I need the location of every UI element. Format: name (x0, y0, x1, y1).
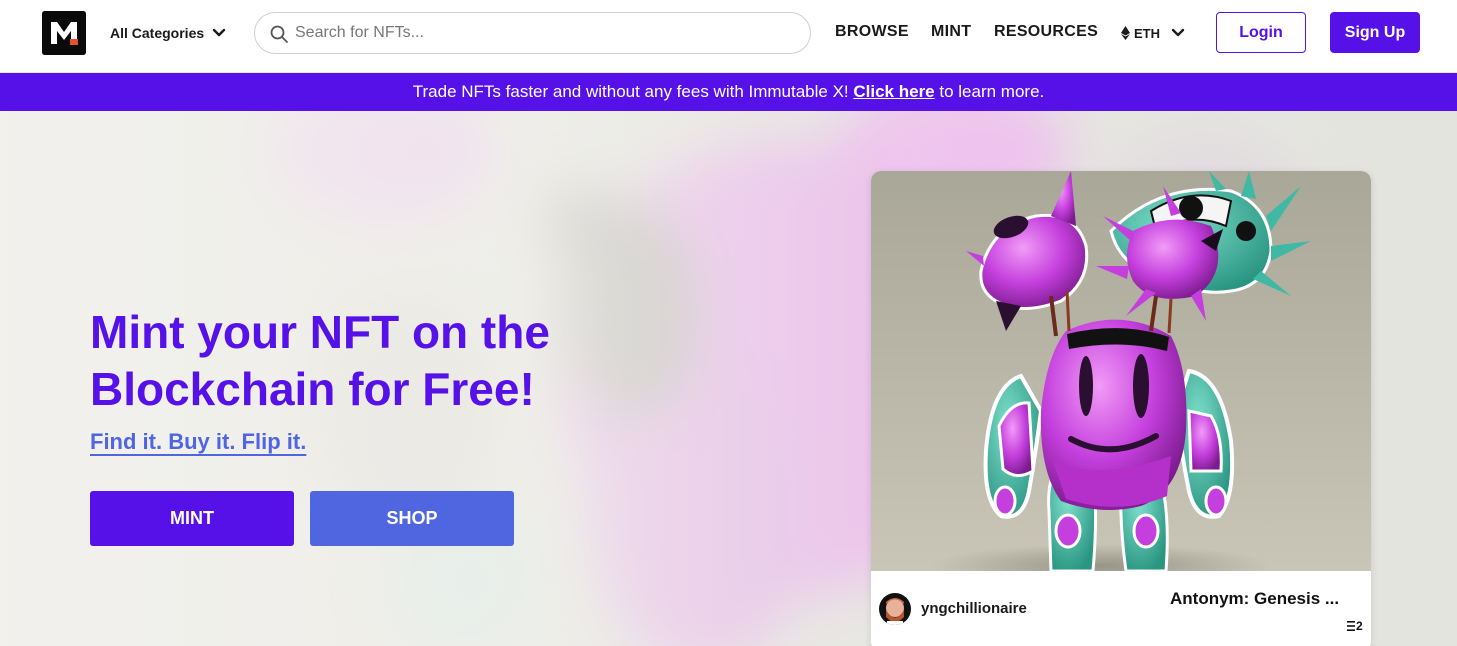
nft-artwork-image (871, 171, 1371, 571)
featured-nft-card[interactable]: yngchillionaire Antonym: Genesis ... 2 (871, 171, 1371, 646)
site-logo[interactable] (42, 11, 86, 55)
login-button[interactable]: Login (1216, 12, 1306, 53)
category-dropdown[interactable]: All Categories (110, 22, 226, 44)
signup-button[interactable]: Sign Up (1330, 12, 1420, 53)
chevron-down-icon (1171, 28, 1185, 37)
nav-resources-link[interactable]: RESOURCES (994, 23, 1098, 41)
search-bar (254, 12, 811, 54)
logo-mark-icon (42, 11, 86, 55)
currency-dropdown[interactable]: ETH (1121, 22, 1186, 44)
nav-browse-link[interactable]: BROWSE (835, 23, 909, 41)
nav-mint-link[interactable]: MINT (931, 23, 971, 41)
hero-tagline-link[interactable]: Find it. Buy it. Flip it. (90, 429, 306, 455)
hero-title: Mint your NFT on the Blockchain for Free… (90, 306, 550, 415)
top-navbar: All Categories BROWSE MINT RESOURCES ETH… (0, 0, 1457, 73)
nft-price-value: 2 (1356, 619, 1363, 633)
promo-banner-text-end: to learn more. (934, 82, 1045, 101)
search-icon (270, 25, 288, 43)
eth-icon (1121, 26, 1130, 40)
nft-title: Antonym: Genesis ... (1170, 589, 1340, 608)
chevron-down-icon (212, 28, 226, 37)
currency-dropdown-label: ETH (1134, 25, 1160, 41)
shop-button[interactable]: SHOP (310, 491, 514, 546)
avatar-image (879, 593, 911, 625)
promo-banner-text: Trade NFTs faster and without any fees w… (412, 82, 854, 101)
creator-name[interactable]: yngchillionaire (921, 600, 1027, 617)
category-dropdown-label: All Categories (110, 25, 205, 41)
hero-section: Mint your NFT on the Blockchain for Free… (0, 111, 1457, 646)
promo-banner-link[interactable]: Click here (853, 82, 934, 102)
mint-button[interactable]: MINT (90, 491, 294, 546)
nft-price: 2 (1347, 619, 1363, 633)
promo-banner: Trade NFTs faster and without any fees w… (0, 73, 1457, 111)
nft-card-footer: yngchillionaire Antonym: Genesis ... 2 (871, 571, 1371, 646)
search-input[interactable] (295, 13, 795, 53)
eth-icon (1347, 621, 1355, 631)
creator-avatar[interactable] (879, 593, 911, 625)
